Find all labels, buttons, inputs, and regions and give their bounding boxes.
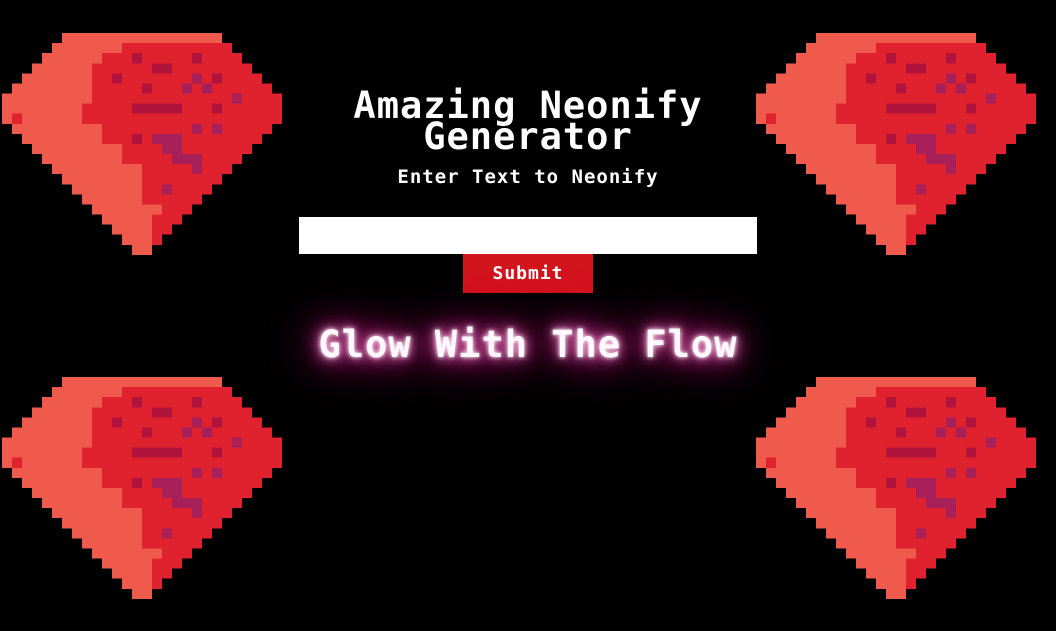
page: Amazing Neonify Generator Enter Text to … bbox=[0, 0, 1056, 631]
submit-button[interactable]: Submit bbox=[463, 254, 593, 293]
ruby-gem-icon-bottom-left bbox=[2, 377, 302, 619]
input-instruction: Enter Text to Neonify bbox=[397, 166, 659, 188]
neonify-text-input[interactable] bbox=[299, 217, 757, 254]
ruby-gem-icon-bottom-right bbox=[756, 377, 1056, 619]
ruby-gem-icon-top-right bbox=[756, 33, 1056, 275]
neon-text-output: Glow With The Flow bbox=[318, 323, 738, 366]
ruby-gem-icon-top-left bbox=[2, 33, 302, 275]
main-panel: Amazing Neonify Generator Enter Text to … bbox=[290, 84, 766, 366]
page-title: Amazing Neonify Generator bbox=[353, 84, 703, 158]
